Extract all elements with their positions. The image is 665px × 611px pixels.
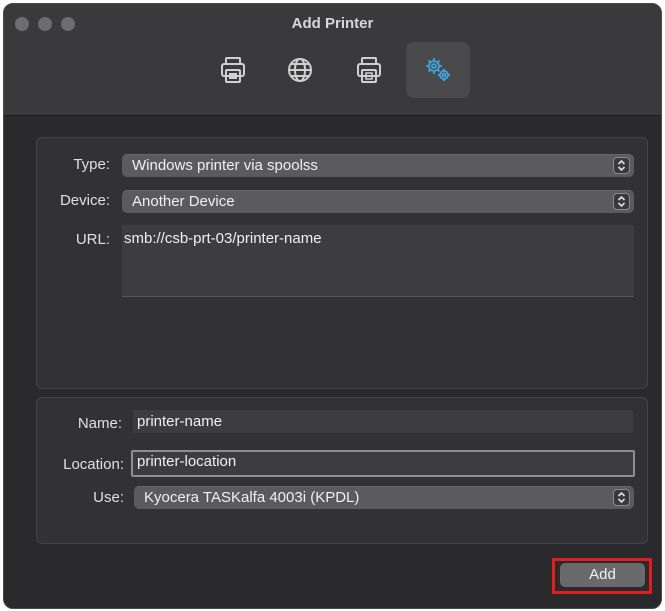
titlebar: Add Printer	[4, 4, 661, 116]
use-value: Kyocera TASKalfa 4003i (KPDL)	[144, 489, 360, 506]
name-field[interactable]: printer-name	[133, 410, 633, 433]
type-value: Windows printer via spoolss	[132, 157, 318, 174]
url-textarea[interactable]: smb://csb-prt-03/printer-name	[122, 225, 634, 297]
location-label: Location:	[63, 456, 124, 473]
device-label: Device:	[59, 192, 110, 209]
windows-printer-icon	[357, 57, 381, 83]
gears-icon	[426, 58, 450, 81]
name-label: Name:	[77, 415, 122, 432]
add-button[interactable]: Add	[560, 563, 645, 587]
url-label: URL:	[75, 231, 110, 248]
printer-icon	[221, 57, 245, 83]
window-title: Add Printer	[291, 15, 374, 32]
globe-icon	[288, 58, 312, 82]
device-value: Another Device	[132, 193, 235, 210]
windows-printers-tab[interactable]	[337, 42, 401, 98]
ip-printers-tab[interactable]	[268, 42, 332, 98]
advanced-tab[interactable]	[406, 42, 470, 98]
chevron-updown-icon	[613, 157, 630, 174]
device-popup[interactable]: Another Device	[122, 190, 634, 213]
chevron-updown-icon	[613, 193, 630, 210]
chevron-updown-icon	[613, 489, 630, 506]
use-popup[interactable]: Kyocera TASKalfa 4003i (KPDL)	[134, 486, 634, 509]
type-label: Type:	[73, 156, 110, 173]
type-popup[interactable]: Windows printer via spoolss	[122, 154, 634, 177]
use-label: Use:	[93, 489, 124, 506]
add-printer-window: Add Printer Type: Windows printer via sp…	[3, 3, 662, 609]
location-field[interactable]: printer-location	[131, 450, 635, 477]
default-printers-tab[interactable]	[201, 42, 265, 98]
